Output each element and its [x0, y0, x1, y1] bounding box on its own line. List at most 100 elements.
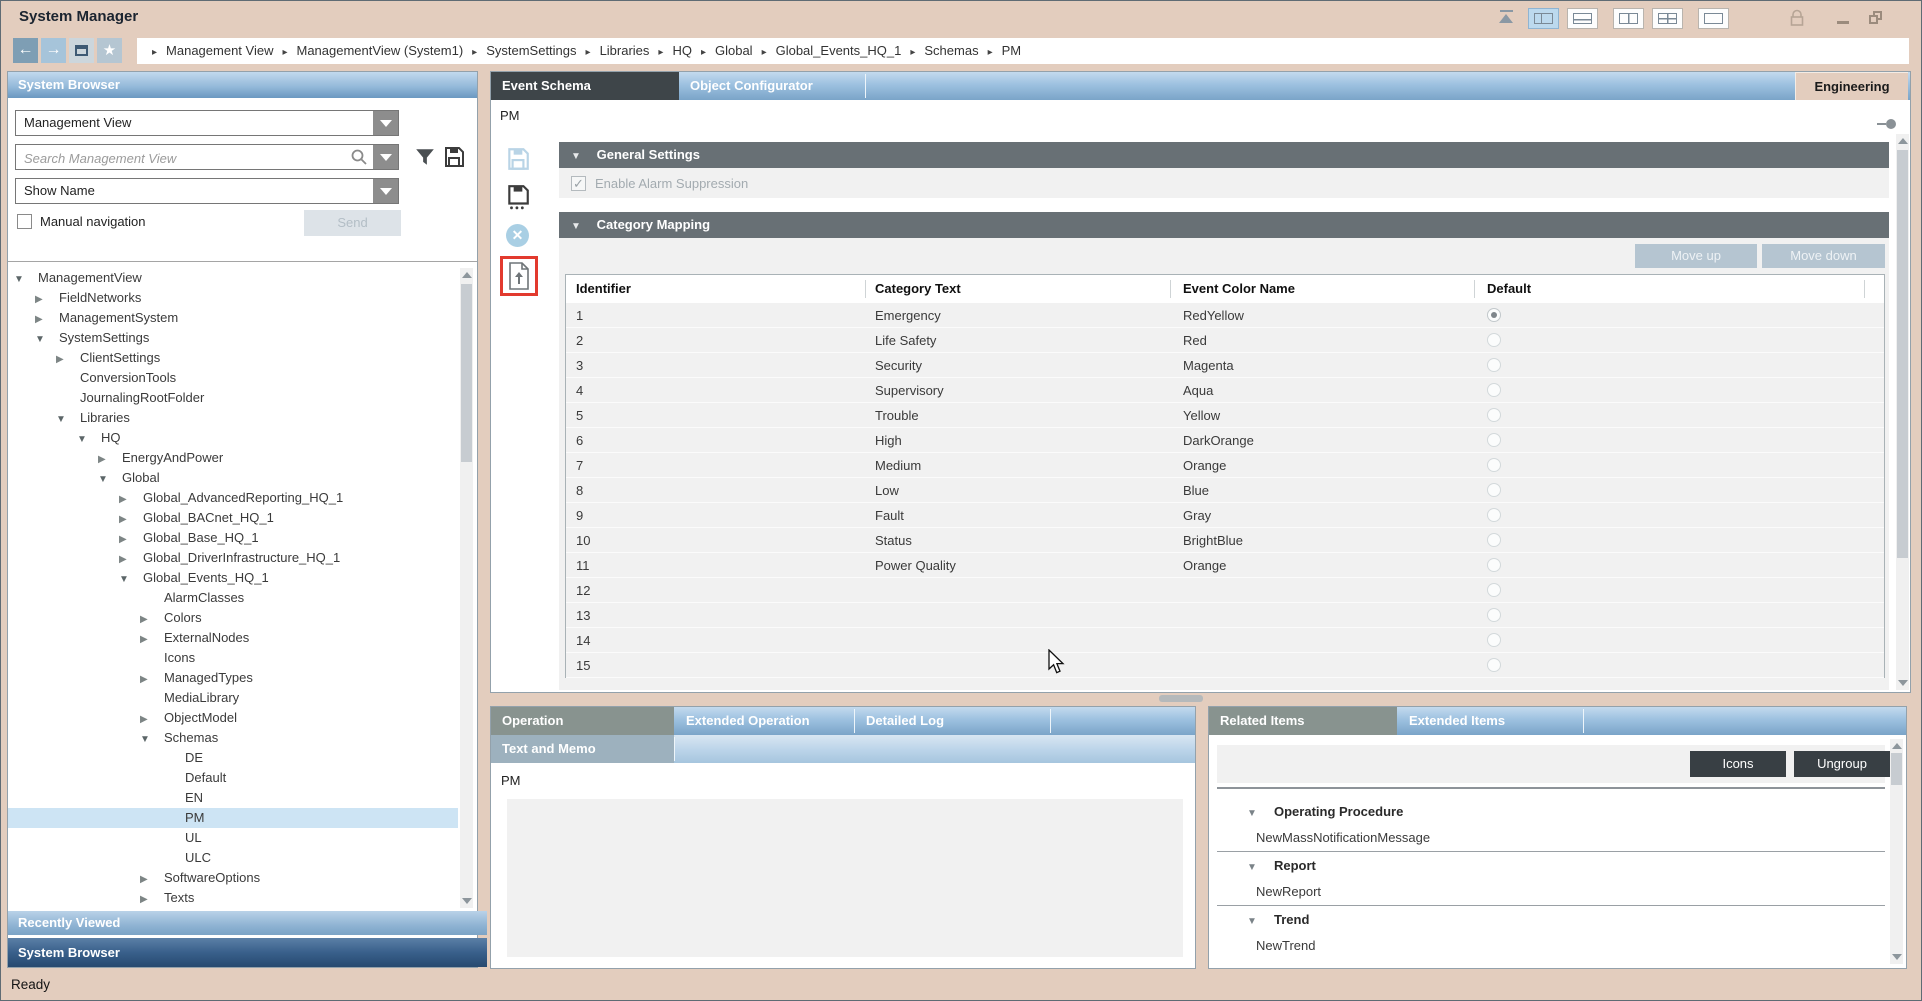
splitter-handle[interactable]	[1159, 695, 1203, 702]
scroll-down-icon[interactable]	[1898, 680, 1908, 686]
tree-item-PM[interactable]: PM	[8, 808, 458, 828]
related-group-trend[interactable]: ▼Trend	[1217, 907, 1885, 933]
group-collapse-icon[interactable]: ▼	[1247, 855, 1274, 881]
related-scrollbar-thumb[interactable]	[1891, 753, 1902, 785]
column-identifier[interactable]: Identifier	[576, 275, 631, 303]
layout-split-vertical-icon[interactable]	[1613, 8, 1644, 29]
tree-collapse-icon[interactable]: ▼	[140, 730, 164, 750]
memo-area[interactable]	[507, 799, 1183, 957]
tree-item-Global_AdvancedReporting_HQ_1[interactable]: ▶Global_AdvancedReporting_HQ_1	[8, 488, 458, 508]
default-radio[interactable]	[1487, 308, 1501, 322]
tree-item-Global_Base_HQ_1[interactable]: ▶Global_Base_HQ_1	[8, 528, 458, 548]
related-item[interactable]: NewMassNotificationMessage	[1217, 825, 1885, 850]
tree-item-MediaLibrary[interactable]: MediaLibrary	[8, 688, 458, 708]
system-browser-collapsed-bar[interactable]: System Browser	[8, 938, 487, 967]
table-row[interactable]: 6HighDarkOrange	[566, 428, 1884, 453]
lock-icon[interactable]	[1789, 9, 1805, 30]
manual-navigation-checkbox[interactable]	[17, 214, 32, 229]
default-radio[interactable]	[1487, 383, 1501, 397]
table-row[interactable]: 8LowBlue	[566, 478, 1884, 503]
general-settings-header[interactable]: ▼ General Settings	[559, 142, 1889, 168]
move-down-button[interactable]: Move down	[1762, 244, 1885, 268]
dock-top-icon[interactable]	[1497, 10, 1515, 26]
breadcrumb-item[interactable]: SystemSettings	[486, 43, 576, 58]
cancel-button[interactable]: ✕	[506, 224, 529, 247]
breadcrumb-item[interactable]: ManagementView (System1)	[297, 43, 464, 58]
table-row[interactable]: 12	[566, 578, 1884, 603]
tab-event-schema[interactable]: Event Schema	[491, 72, 679, 100]
tree-expand-icon[interactable]: ▶	[140, 670, 164, 690]
alarm-suppression-checkbox[interactable]: ✓	[571, 176, 586, 191]
recent-views-button[interactable]	[69, 38, 94, 63]
icons-button[interactable]: Icons	[1690, 751, 1786, 777]
breadcrumb-item[interactable]: Schemas	[924, 43, 978, 58]
tree-expand-icon[interactable]: ▶	[119, 530, 143, 550]
tree-collapse-icon[interactable]: ▼	[119, 570, 143, 590]
default-radio[interactable]	[1487, 333, 1501, 347]
breadcrumb-item[interactable]: Global	[715, 43, 753, 58]
back-button[interactable]: ←	[13, 38, 38, 63]
filter-button[interactable]	[414, 146, 436, 171]
tree-item-ManagedTypes[interactable]: ▶ManagedTypes	[8, 668, 458, 688]
tree-item-AlarmClasses[interactable]: AlarmClasses	[8, 588, 458, 608]
import-button[interactable]	[508, 262, 530, 293]
ungroup-button[interactable]: Ungroup	[1794, 751, 1890, 777]
layout-quad-icon[interactable]	[1652, 8, 1683, 29]
tree-item-ExternalNodes[interactable]: ▶ExternalNodes	[8, 628, 458, 648]
tree-expand-icon[interactable]: ▶	[35, 310, 59, 330]
default-radio[interactable]	[1487, 633, 1501, 647]
minimize-button[interactable]	[1837, 21, 1849, 24]
tab-text-and-memo[interactable]: Text and Memo	[491, 735, 674, 763]
tree-expand-icon[interactable]: ▶	[35, 290, 59, 310]
column-event-color-name[interactable]: Event Color Name	[1183, 275, 1295, 303]
tree-item-Global_DriverInfrastructure_HQ_1[interactable]: ▶Global_DriverInfrastructure_HQ_1	[8, 548, 458, 568]
breadcrumb-item[interactable]: Libraries	[600, 43, 650, 58]
display-mode-dropdown-button[interactable]	[373, 179, 398, 203]
tab-detailed-log[interactable]: Detailed Log	[855, 707, 1050, 735]
save-button[interactable]	[505, 146, 531, 175]
send-button[interactable]: Send	[304, 210, 401, 236]
favorites-button[interactable]: ★	[97, 38, 122, 63]
engineering-mode-button[interactable]: Engineering	[1795, 72, 1908, 100]
tree-item-DE[interactable]: DE	[8, 748, 458, 768]
breadcrumb-item[interactable]: HQ	[672, 43, 692, 58]
table-row[interactable]: 3SecurityMagenta	[566, 353, 1884, 378]
column-category-text[interactable]: Category Text	[875, 275, 961, 303]
tree-item-Default[interactable]: Default	[8, 768, 458, 788]
table-row[interactable]: 15	[566, 653, 1884, 678]
tab-object-configurator[interactable]: Object Configurator	[679, 72, 865, 100]
tree-item-HQ[interactable]: ▼HQ	[8, 428, 458, 448]
tree-item-JournalingRootFolder[interactable]: JournalingRootFolder	[8, 388, 458, 408]
default-radio[interactable]	[1487, 508, 1501, 522]
tree-expand-icon[interactable]: ▶	[119, 510, 143, 530]
default-radio[interactable]	[1487, 608, 1501, 622]
table-row[interactable]: 5TroubleYellow	[566, 403, 1884, 428]
tree-item-ULC[interactable]: ULC	[8, 848, 458, 868]
tree-item-UL[interactable]: UL	[8, 828, 458, 848]
pin-indicator-icon[interactable]	[1877, 118, 1899, 130]
system-browser-header[interactable]: System Browser	[8, 72, 477, 98]
tree-expand-icon[interactable]: ▶	[140, 610, 164, 630]
tree-item-ObjectModel[interactable]: ▶ObjectModel	[8, 708, 458, 728]
table-row[interactable]: 14	[566, 628, 1884, 653]
tree-item-SoftwareOptions[interactable]: ▶SoftwareOptions	[8, 868, 458, 888]
restore-button[interactable]	[1869, 11, 1885, 26]
default-radio[interactable]	[1487, 583, 1501, 597]
related-scrollbar[interactable]	[1890, 739, 1903, 964]
related-item[interactable]: NewTrend	[1217, 933, 1885, 958]
scroll-down-icon[interactable]	[1892, 954, 1902, 960]
tree-collapse-icon[interactable]: ▼	[35, 330, 59, 350]
table-row[interactable]: 4SupervisoryAqua	[566, 378, 1884, 403]
tab-extended-operation[interactable]: Extended Operation	[675, 707, 854, 735]
layout-split-bottom-icon[interactable]	[1567, 8, 1598, 29]
tree-item-ConversionTools[interactable]: ConversionTools	[8, 368, 458, 388]
search-dropdown-button[interactable]	[373, 145, 398, 169]
scroll-down-icon[interactable]	[462, 898, 472, 904]
tree-item-FieldNetworks[interactable]: ▶FieldNetworks	[8, 288, 458, 308]
search-icon[interactable]	[350, 148, 368, 174]
breadcrumb-item[interactable]: Global_Events_HQ_1	[776, 43, 902, 58]
primary-scrollbar[interactable]	[1896, 134, 1909, 690]
tree-expand-icon[interactable]: ▶	[98, 450, 122, 470]
breadcrumb-item[interactable]: PM	[1002, 43, 1022, 58]
move-up-button[interactable]: Move up	[1635, 244, 1757, 268]
